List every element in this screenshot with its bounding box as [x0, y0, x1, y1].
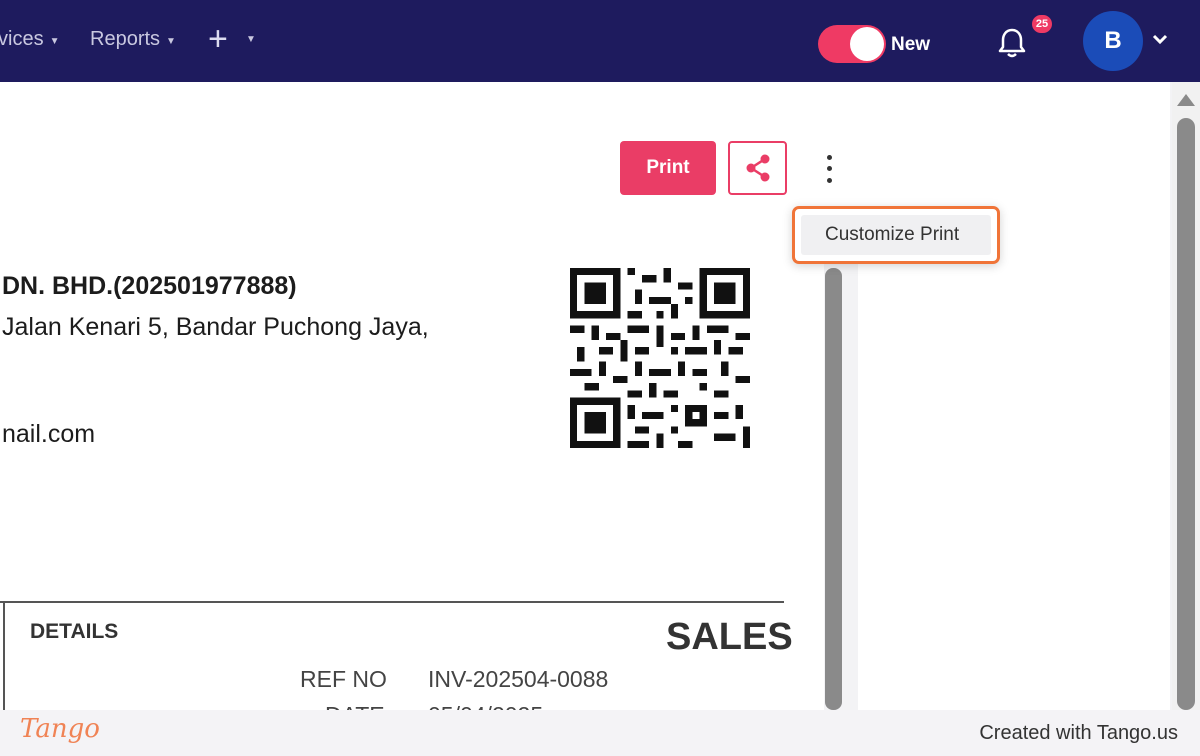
tango-footer: Tango Created with Tango.us [0, 710, 1200, 756]
company-address: Jalan Kenari 5, Bandar Puchong Jaya, [2, 313, 429, 341]
more-options-icon[interactable] [818, 152, 840, 186]
top-navbar: vices ▼ Reports ▼ + ▼ New 25 B [0, 0, 1200, 82]
company-email: nail.com [2, 420, 96, 448]
caret-down-icon: ▼ [166, 35, 176, 47]
nav-reports-label: Reports [90, 28, 161, 50]
divider [0, 601, 784, 603]
ref-no-label: REF NO [300, 666, 387, 692]
scroll-up-arrow-icon[interactable] [1177, 94, 1195, 106]
new-ui-toggle[interactable] [818, 25, 886, 63]
document-title: SALES [666, 616, 793, 658]
tango-logo: Tango [20, 714, 100, 744]
caret-down-icon: ▼ [49, 35, 60, 47]
customize-print-menu-item[interactable]: Customize Print [801, 215, 991, 255]
add-new-button[interactable]: + [208, 22, 228, 56]
chevron-down-icon[interactable] [1151, 30, 1169, 48]
bell-icon[interactable] [996, 26, 1028, 60]
content-area: Print DN. BHD.(202501977888) Jalan Kenar… [0, 82, 1200, 728]
details-heading: DETAILS [30, 620, 119, 643]
print-button[interactable]: Print [620, 141, 716, 195]
nav-services-menu[interactable]: vices ▼ [0, 28, 59, 51]
nav-services-label: vices [0, 28, 44, 50]
toggle-knob [850, 27, 884, 61]
nav-reports-menu[interactable]: Reports ▼ [90, 28, 176, 51]
caret-down-icon[interactable]: ▼ [246, 34, 256, 45]
created-with-credit: Created with Tango.us [979, 722, 1178, 744]
company-name: DN. BHD.(202501977888) [2, 272, 297, 300]
avatar[interactable]: B [1083, 11, 1143, 71]
divider [3, 601, 5, 710]
share-icon [746, 154, 769, 182]
options-dropdown-menu: Customize Print [792, 206, 1000, 264]
qr-code-icon [570, 268, 750, 448]
document-scrollbar[interactable] [825, 268, 842, 710]
ref-no-value: INV-202504-0088 [428, 666, 609, 692]
page-scrollbar-thumb[interactable] [1177, 118, 1195, 710]
toggle-label: New [891, 34, 931, 55]
right-pane [858, 82, 1170, 710]
share-button[interactable] [728, 141, 787, 195]
notification-badge: 25 [1030, 13, 1054, 35]
